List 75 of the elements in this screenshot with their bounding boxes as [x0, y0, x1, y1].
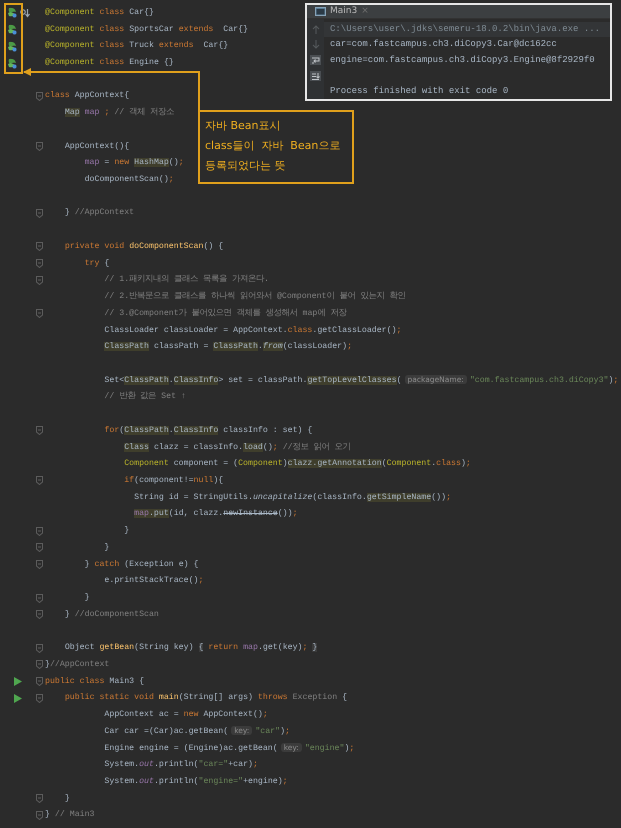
fold-icon[interactable] — [36, 142, 43, 152]
code-line: public class Main3 { — [45, 676, 144, 688]
code-line: Object getBean(String key) { return map.get(key); } — [64, 642, 318, 654]
fold-icon[interactable] — [36, 610, 43, 620]
code-line: try { — [84, 258, 110, 270]
fold-icon[interactable] — [36, 309, 43, 318]
down-arrow-icon[interactable] — [312, 40, 320, 48]
fold-icon[interactable] — [36, 242, 43, 252]
code-line: Class clazz = classInfo.load(); //정보 읽어 오기 — [123, 442, 350, 454]
tab-title[interactable]: Main3 — [330, 6, 358, 16]
console-line: Process finished with exit code 0 — [330, 86, 508, 96]
code-line: AppContext(){ — [64, 140, 130, 153]
terminal-icon — [315, 6, 326, 16]
fold-icon[interactable] — [36, 259, 43, 268]
fold-icon[interactable] — [36, 594, 43, 603]
code-line: }//AppContext — [45, 658, 110, 671]
code-line: AppContext ac = new AppContext(); — [103, 709, 268, 722]
code-line: doComponentScan(); — [84, 174, 174, 186]
code-line: class AppContext{ — [45, 90, 130, 102]
fold-icon[interactable] — [36, 794, 43, 804]
code-line: System.out.println("car="+car); — [103, 759, 258, 772]
code-line: @Component class Engine {} — [45, 57, 174, 70]
fold-icon[interactable] — [36, 694, 43, 703]
highlight-frame — [4, 3, 23, 74]
code-line: ClassLoader classLoader = AppContext.class.getClassLoader(); — [103, 324, 402, 337]
code-line: @Component class Truck extends Car{} — [45, 40, 228, 52]
code-line: } — [123, 525, 130, 538]
code-line: System.out.println("engine="+engine); — [103, 776, 288, 788]
implemented-icon[interactable] — [20, 8, 30, 18]
code-line: // 1.패키지내의 클래스 목록을 가져온다. — [103, 274, 269, 286]
fold-icon[interactable] — [36, 660, 43, 670]
bean-icon — [7, 7, 17, 18]
code-line: // 3.@Component가 붙어있으면 객체를 생성해서 map에 저장 — [103, 308, 346, 320]
code-line: Map map ; // 객체 저장소 — [64, 107, 174, 120]
up-arrow-icon[interactable] — [312, 24, 320, 34]
code-line: public static void main(String[] args) throws Exception { — [64, 692, 348, 704]
scroll-to-end-icon[interactable] — [310, 70, 321, 80]
code-line: Component component = (Component)clazz.getAnnotation(Component.class); — [123, 458, 471, 470]
code-line: String id = StringUtils.uncapitalize(classInfo.getSimpleName()); — [133, 492, 452, 504]
code-line: } — [64, 792, 70, 805]
code-line: } — [103, 542, 110, 554]
callout-note: 자바 Bean표시 class들이 자바 Bean으로 등록되었다는 뜻 — [198, 110, 354, 184]
code-line: } //doComponentScan — [64, 608, 159, 621]
fold-icon[interactable] — [36, 208, 43, 218]
code-line: private void doComponentScan() { — [64, 240, 224, 253]
fold-icon[interactable] — [36, 560, 43, 570]
code-line: } // Main3 — [45, 809, 95, 822]
code-line: // 2.반복문으로 클래스를 하나씩 읽어와서 @Component이 붙어 있는지 확인 — [103, 291, 406, 304]
bean-icon — [7, 40, 17, 52]
fold-icon[interactable] — [36, 543, 43, 552]
code-line: ClassPath classPath = ClassPath.from(classLoader); — [103, 341, 352, 354]
fold-icon[interactable] — [36, 810, 43, 820]
code-line: if(component!=null){ — [123, 474, 224, 487]
code-line: @Component class SportsCar extends Car{} — [45, 24, 248, 36]
fold-icon[interactable] — [36, 92, 43, 101]
fold-icon[interactable] — [36, 677, 43, 686]
fold-icon[interactable] — [36, 276, 43, 285]
fold-icon[interactable] — [36, 644, 43, 653]
code-line: // 반환 값은 Set ↑ — [103, 391, 186, 404]
code-line: for(ClassPath.ClassInfo classInfo : set) { — [103, 424, 312, 437]
code-line: e.printStackTrace(); — [103, 575, 204, 588]
code-line: map.put(id, clazz.newInstance()); — [133, 508, 298, 520]
code-line: } //AppContext — [64, 207, 134, 220]
soft-wrap-icon[interactable] — [310, 54, 321, 64]
code-line: @Component class Car{} — [45, 6, 154, 19]
fold-icon[interactable] — [36, 426, 43, 436]
code-line: } catch (Exception e) { — [84, 558, 198, 571]
code-line: map = new HashMap(); — [84, 157, 184, 170]
fold-icon[interactable] — [36, 526, 43, 536]
code-line: } — [84, 592, 90, 604]
bean-icon — [7, 58, 17, 69]
console-line: engine=com.fastcampus.ch3.diCopy3.Engine@8f2929f0 — [330, 54, 595, 64]
console-line: car=com.fastcampus.ch3.diCopy3.Car@dc162cc — [330, 39, 557, 49]
fold-icon[interactable] — [36, 476, 43, 486]
bean-icon — [7, 24, 17, 36]
